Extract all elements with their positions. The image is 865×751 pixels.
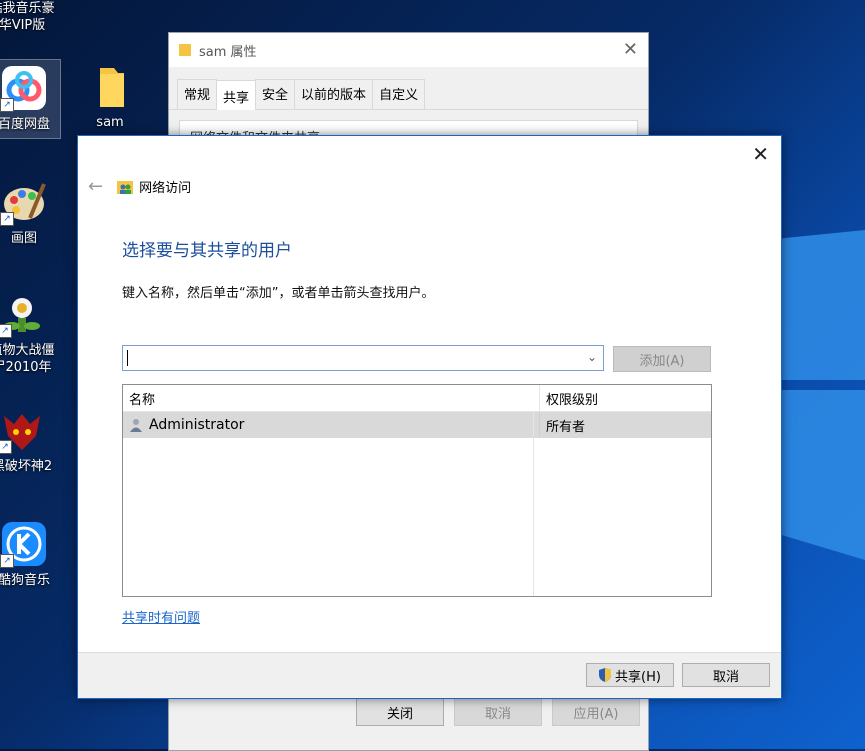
desktop-icon-paint[interactable]: ↗ 画图 [0,178,60,247]
share-button[interactable]: 共享(H) [586,663,674,687]
permission-cell[interactable]: 所有者 [540,412,711,438]
apply-button[interactable]: 应用(A) [552,698,640,726]
column-divider [533,411,534,596]
shortcut-arrow-icon: ↗ [0,324,12,338]
cancel-button[interactable]: 取消 [682,663,770,687]
dialog-nav-title: 网络访问 [139,181,192,196]
properties-title: sam 属性 [199,44,257,60]
close-icon[interactable]: ✕ [752,142,769,166]
user-icon [130,419,142,432]
network-access-dialog: ✕ ← 网络访问 选择要与其共享的用户 键入名称，然后单击“添加”，或者单击箭头… [77,135,782,699]
tab-general[interactable]: 常规 [177,79,218,109]
desktop-icon-pvz[interactable]: ↗ 植物大战僵 尸2010年 [0,290,58,376]
desktop-icon-kugou[interactable]: ↗ 酷狗音乐 [0,520,60,589]
user-name-cell: Administrator [123,412,540,438]
desktop-icon-diablo[interactable]: ↗ 黑破坏神2 [0,406,58,475]
desktop-icon-label: 植物大战僵 尸2010年 [0,343,55,375]
add-button[interactable]: 添加(A) [613,346,711,372]
desktop-icon-label: 百度网盘 [0,117,50,132]
shortcut-arrow-icon: ↗ [0,212,14,226]
shortcut-arrow-icon: ↗ [0,554,14,568]
paint-icon: ↗ [0,178,48,226]
folder-icon [179,44,191,56]
tab-security[interactable]: 安全 [255,79,296,109]
list-item[interactable]: Administrator 所有者 [123,412,711,438]
properties-titlebar: sam 属性 ✕ [169,33,648,67]
back-arrow-icon[interactable]: ← [88,176,103,197]
users-icon [117,180,134,194]
dialog-footer: 共享(H) 取消 [78,652,781,698]
desktop-icon-kuwo[interactable]: 酷我音乐豪 华VIP版 [0,0,58,34]
desktop-icon-baidu[interactable]: ↗ 百度网盘 [0,59,61,139]
pvz-icon: ↗ [0,290,46,338]
kugou-icon: ↗ [0,520,48,568]
uac-shield-icon [599,668,612,682]
dialog-header: ← 网络访问 [88,176,191,197]
desktop-icon-label: 黑破坏神2 [0,459,53,474]
share-button-label: 共享(H) [615,669,661,685]
users-list: 名称 权限级别 Administrator 所有者 [122,384,712,597]
chevron-down-icon[interactable]: ⌄ [587,350,597,364]
dialog-title: 选择要与其共享的用户 [122,241,292,261]
cancel-button[interactable]: 取消 [454,698,542,726]
close-icon[interactable]: ✕ [623,39,638,60]
desktop-icon-label: sam [96,115,124,130]
help-link[interactable]: 共享时有问题 [122,607,200,626]
shortcut-arrow-icon: ↗ [0,98,14,112]
close-button[interactable]: 关闭 [356,698,444,726]
desktop-icon-label: 酷狗音乐 [0,573,50,588]
folder-icon [86,62,134,110]
desktop-icon-label: 酷我音乐豪 华VIP版 [0,1,55,33]
column-header-permission[interactable]: 权限级别 [540,385,711,411]
desktop-icon-label: 画图 [10,231,37,246]
tab-previous-versions[interactable]: 以前的版本 [294,79,374,109]
properties-buttons: 关闭 取消 应用(A) [356,698,640,726]
tab-sharing[interactable]: 共享 [216,80,257,110]
list-header: 名称 权限级别 [123,385,711,412]
dialog-instruction: 键入名称，然后单击“添加”，或者单击箭头查找用户。 [122,286,435,301]
column-header-name[interactable]: 名称 [123,385,540,411]
desktop-icon-sam[interactable]: sam [74,62,146,131]
properties-tabs: 常规 共享 安全 以前的版本 自定义 [169,67,648,110]
diablo-icon: ↗ [0,406,46,454]
user-name: Administrator [149,417,245,433]
shortcut-arrow-icon: ↗ [0,440,12,454]
tab-customize[interactable]: 自定义 [372,79,426,109]
baidu-netdisk-icon: ↗ [0,64,48,112]
text-cursor [127,350,128,366]
user-name-combobox[interactable]: ⌄ [122,345,604,371]
